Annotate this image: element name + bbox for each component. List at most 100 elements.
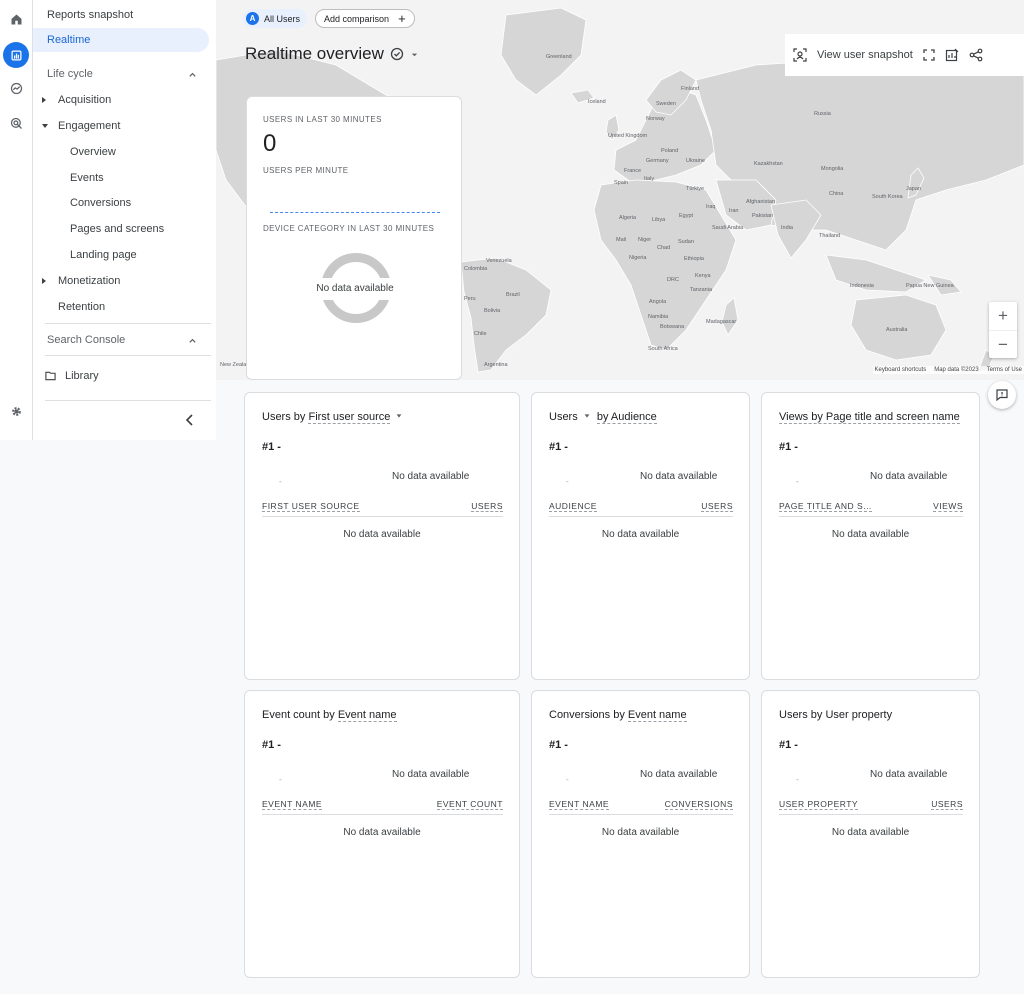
card-title[interactable]: Users by First user source xyxy=(262,411,403,424)
map-country-label: Mongolia xyxy=(821,166,844,172)
card-dimension-selector[interactable]: First user source xyxy=(308,411,391,424)
card-bar-placeholder: - xyxy=(279,477,282,486)
map-country-label: China xyxy=(829,191,844,197)
map-country-label: Nigeria xyxy=(629,255,647,261)
card-no-data: No data available xyxy=(392,769,470,780)
collapse-chevron-icon[interactable] xyxy=(185,414,195,426)
verified-check-icon[interactable] xyxy=(390,47,404,61)
audience-card: Users by Audience #1 - - No data availab… xyxy=(531,392,750,680)
user-property-card: Users by User property #1 - - No data av… xyxy=(761,690,980,978)
card-table-header: AUDIENCE USERS xyxy=(549,501,733,517)
card-dimension-selector[interactable]: Event name xyxy=(337,709,397,722)
column-header-metric[interactable]: USERS xyxy=(471,501,503,512)
column-header-metric[interactable]: EVENT COUNT xyxy=(436,799,503,810)
card-no-data: No data available xyxy=(870,769,948,780)
column-header-dimension[interactable]: EVENT NAME xyxy=(262,799,323,810)
nav-pages-and-screens[interactable]: Pages and screens xyxy=(33,217,209,241)
map-country-label: France xyxy=(624,168,641,174)
segment-avatar: A xyxy=(246,12,259,25)
card-title[interactable]: Users by User property xyxy=(779,709,892,721)
view-user-snapshot-button[interactable]: View user snapshot xyxy=(817,49,913,61)
column-header-dimension[interactable]: USER PROPERTY xyxy=(779,799,859,810)
zoom-in-button[interactable]: + xyxy=(989,302,1017,330)
card-bar-placeholder: - xyxy=(796,775,799,784)
keyboard-shortcuts-link[interactable]: Keyboard shortcuts xyxy=(875,367,927,373)
card-rank: #1 - xyxy=(549,739,568,751)
map-country-label: Kenya xyxy=(695,273,712,279)
terms-of-use-link[interactable]: Terms of Use xyxy=(987,367,1022,373)
dropdown-icon[interactable] xyxy=(395,412,403,420)
nav-label: Conversions xyxy=(70,197,132,209)
title-dropdown-icon[interactable] xyxy=(410,50,419,59)
card-dimension-selector[interactable]: by Audience xyxy=(596,411,657,424)
column-header-dimension[interactable]: EVENT NAME xyxy=(549,799,610,810)
user-snapshot-icon xyxy=(793,48,807,62)
nav-lifecycle-section[interactable]: Life cycle xyxy=(33,62,209,86)
nav-label: Library xyxy=(65,370,99,382)
nav-acquisition[interactable]: Acquisition xyxy=(33,88,209,112)
card-title[interactable]: Conversions by Event name xyxy=(549,709,687,722)
column-header-dimension[interactable]: PAGE TITLE AND S... xyxy=(779,501,872,512)
card-table-header: EVENT NAME CONVERSIONS xyxy=(549,799,733,815)
card-title[interactable]: Event count by Event name xyxy=(262,709,397,722)
map-country-label: Saudi Arabia xyxy=(712,225,744,231)
reports-icon[interactable] xyxy=(3,42,29,68)
map-country-label: Chile xyxy=(474,331,487,337)
nav-label: Overview xyxy=(70,146,116,158)
column-header-dimension[interactable]: FIRST USER SOURCE xyxy=(262,501,360,512)
zoom-out-button[interactable]: − xyxy=(989,330,1017,358)
card-table-no-data: No data available xyxy=(601,827,680,838)
share-icon[interactable] xyxy=(969,48,983,62)
report-navigation: Reports snapshot Realtime Life cycle Acq… xyxy=(33,0,216,440)
map-country-label: Colombia xyxy=(464,266,488,272)
nav-monetization[interactable]: Monetization xyxy=(33,269,209,293)
conversions-card: Conversions by Event name #1 - - No data… xyxy=(531,690,750,978)
title-row: Realtime overview xyxy=(245,44,419,64)
nav-events[interactable]: Events xyxy=(33,166,209,190)
map-footer: Keyboard shortcuts Map data ©2023 Terms … xyxy=(872,366,1024,374)
map-country-label: Namibia xyxy=(648,314,669,320)
nav-landing-page[interactable]: Landing page xyxy=(33,243,209,267)
card-dimension-selector[interactable]: Views by Page title and screen name xyxy=(779,411,960,424)
all-users-segment-chip[interactable]: A All Users xyxy=(243,9,308,28)
settings-gear-icon[interactable] xyxy=(3,398,29,424)
home-icon[interactable] xyxy=(3,6,29,32)
column-header-metric[interactable]: VIEWS xyxy=(933,501,963,512)
map-country-label: South Africa xyxy=(648,346,679,352)
nav-library[interactable]: Library xyxy=(33,364,209,388)
nav-reports-snapshot[interactable]: Reports snapshot xyxy=(33,3,209,27)
caret-right-icon xyxy=(42,278,46,284)
dropdown-icon[interactable] xyxy=(583,412,591,420)
map-country-label: Tanzania xyxy=(690,287,713,293)
card-rank: #1 - xyxy=(779,441,798,453)
card-title[interactable]: Users by Audience xyxy=(549,411,657,424)
add-comparison-button[interactable]: Add comparison + xyxy=(315,9,415,28)
fullscreen-icon[interactable] xyxy=(923,49,935,61)
section-label: Life cycle xyxy=(47,68,93,80)
users-count-value: 0 xyxy=(263,130,277,157)
nav-search-console-section[interactable]: Search Console xyxy=(33,328,209,352)
card-bar-placeholder: - xyxy=(566,775,569,784)
column-header-metric[interactable]: CONVERSIONS xyxy=(664,799,733,810)
explore-icon[interactable] xyxy=(3,75,29,101)
map-country-label: Türkiye xyxy=(686,186,704,192)
page-title: Realtime overview xyxy=(245,44,384,63)
nav-retention[interactable]: Retention xyxy=(33,295,209,319)
card-rank: #1 - xyxy=(779,739,798,751)
nav-realtime[interactable]: Realtime xyxy=(33,28,209,52)
column-header-metric[interactable]: USERS xyxy=(931,799,963,810)
card-title[interactable]: Views by Page title and screen name xyxy=(779,411,960,424)
nav-overview[interactable]: Overview xyxy=(33,140,209,164)
card-table-no-data: No data available xyxy=(831,529,910,540)
feedback-button[interactable] xyxy=(988,381,1016,409)
column-header-metric[interactable]: USERS xyxy=(701,501,733,512)
card-no-data: No data available xyxy=(640,769,718,780)
map-country-label: Venezuela xyxy=(486,258,513,264)
insights-chart-icon[interactable] xyxy=(945,48,959,62)
card-dimension-selector[interactable]: Event name xyxy=(627,709,687,722)
nav-engagement[interactable]: Engagement xyxy=(33,114,209,138)
nav-conversions[interactable]: Conversions xyxy=(33,191,209,215)
column-header-dimension[interactable]: AUDIENCE xyxy=(549,501,597,512)
advertising-icon[interactable] xyxy=(3,110,29,136)
map-country-label: Chad xyxy=(657,245,670,251)
